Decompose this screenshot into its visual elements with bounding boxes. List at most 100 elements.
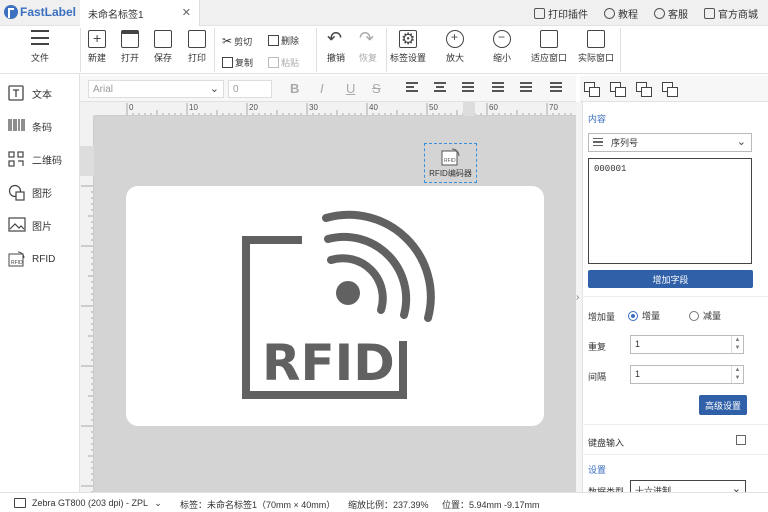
- printer-select[interactable]: Zebra GT800 (203 dpi) - ZPL ⌄: [32, 498, 162, 509]
- sidebar-item-rfid[interactable]: RFID RFID: [8, 248, 76, 270]
- zoom-level: 缩放比例：237.39%: [348, 500, 429, 510]
- delete-button[interactable]: 删除: [268, 34, 299, 47]
- sidebar-item-shape[interactable]: 图形: [8, 181, 76, 203]
- new-file-icon: [88, 30, 106, 48]
- interval-value: 1: [635, 369, 641, 379]
- menu-icon: [31, 30, 49, 48]
- store-link[interactable]: 官方商城: [704, 6, 758, 21]
- print-label: 打印: [187, 53, 206, 63]
- label-settings-button[interactable]: 标签设置: [390, 29, 427, 64]
- content-textarea[interactable]: 000001: [588, 158, 752, 264]
- repeat-input[interactable]: 1 ▲ ▼: [630, 335, 744, 354]
- top-links: 打印插件 教程 客服 官方商城: [534, 6, 758, 21]
- align-middle-button[interactable]: [520, 82, 532, 94]
- bring-front-icon[interactable]: [584, 82, 600, 97]
- ruler-highlight: [463, 102, 475, 116]
- paste-icon: [268, 57, 279, 68]
- trash-icon: [268, 35, 279, 46]
- stepper-icon[interactable]: ▲ ▼: [731, 366, 743, 383]
- fit-window-button[interactable]: 适应窗口: [531, 30, 567, 64]
- increment-radio[interactable]: 增量: [628, 309, 660, 322]
- sidebar-item-label: 二维码: [32, 155, 62, 167]
- undo-button[interactable]: 撤销: [321, 28, 351, 64]
- copy-button[interactable]: 复制: [222, 56, 253, 69]
- store-label: 官方商城: [718, 10, 758, 21]
- file-menu-button[interactable]: 文件: [25, 30, 55, 64]
- actual-window-label: 实际窗口: [578, 53, 615, 63]
- content-type-select[interactable]: 序列号 ⌄: [588, 133, 752, 152]
- copy-label: 复制: [235, 58, 254, 68]
- new-button[interactable]: 新建: [82, 30, 112, 64]
- undo-icon: [327, 28, 345, 49]
- bold-button[interactable]: B: [290, 81, 299, 96]
- italic-button[interactable]: I: [320, 81, 324, 96]
- print-plugin-link[interactable]: 打印插件: [534, 6, 588, 21]
- zoom-out-button[interactable]: 缩小: [487, 30, 517, 64]
- save-button[interactable]: 保存: [148, 30, 178, 64]
- font-size-input[interactable]: 0: [228, 80, 272, 98]
- copy-icon: [222, 57, 233, 68]
- redo-button[interactable]: 恢复: [353, 28, 383, 64]
- sidebar-item-image[interactable]: 图片: [8, 214, 76, 236]
- arrange-toolbar: [580, 76, 768, 102]
- content-type-value: 序列号: [611, 138, 639, 148]
- align-center-button[interactable]: [434, 82, 446, 94]
- align-right-button[interactable]: [550, 82, 562, 94]
- interval-input[interactable]: 1 ▲ ▼: [630, 365, 744, 384]
- ruler-label: 60: [489, 103, 498, 112]
- chevron-right-icon[interactable]: ›: [576, 292, 579, 303]
- font-family-select[interactable]: Arial ⌄: [88, 80, 224, 98]
- send-back-icon[interactable]: [610, 82, 626, 97]
- print-button[interactable]: 打印: [182, 30, 212, 64]
- panel-divider: [582, 296, 768, 297]
- underline-button[interactable]: U: [346, 81, 355, 96]
- chevron-down-icon: ⌄: [154, 498, 162, 508]
- advanced-settings-button[interactable]: 高级设置: [699, 395, 747, 415]
- add-field-button[interactable]: 增加字段: [588, 270, 753, 288]
- sidebar-item-text[interactable]: 文本: [8, 82, 76, 104]
- ungroup-icon[interactable]: [662, 82, 678, 97]
- paste-button[interactable]: 粘贴: [268, 56, 299, 69]
- rfid-graphic[interactable]: RFID: [236, 208, 436, 408]
- settings-section-title: 设置: [588, 465, 607, 475]
- close-tab-icon[interactable]: ✕: [182, 6, 191, 19]
- stepper-icon[interactable]: ▲ ▼: [731, 336, 743, 353]
- ruler-ticks: 0 10 20 30 40 50 60 70: [126, 103, 572, 115]
- decrement-radio[interactable]: 减量: [689, 309, 721, 322]
- document-tab[interactable]: 未命名标签1 ✕: [80, 0, 200, 26]
- align-bottom-button[interactable]: [492, 82, 504, 94]
- group-icon[interactable]: [636, 82, 652, 97]
- distribute-vertical-button[interactable]: [462, 82, 474, 94]
- horizontal-ruler: 0 10 20 30 40 50 60 70: [94, 102, 576, 116]
- format-toolbar: Arial ⌄ 0 B I U S: [80, 76, 576, 102]
- ruler-label: 70: [549, 103, 558, 112]
- zoom-out-label: 缩小: [492, 53, 511, 63]
- rfid-encoder-element[interactable]: RFID RFID编码器: [424, 143, 477, 183]
- label-settings-label: 标签设置: [390, 53, 427, 63]
- open-button[interactable]: 打开: [115, 30, 145, 64]
- printer-icon: [14, 498, 26, 508]
- list-icon: [593, 137, 603, 148]
- support-link[interactable]: 客服: [654, 6, 688, 21]
- tutorial-link[interactable]: 教程: [604, 6, 638, 21]
- element-sidebar: 文本 条码 二维码 图形 图片 RFID RFID: [0, 74, 80, 492]
- content-value: 000001: [594, 164, 627, 174]
- strikethrough-button[interactable]: S: [372, 81, 381, 96]
- font-size-value: 0: [233, 84, 239, 95]
- ruler-label: 0: [129, 103, 134, 112]
- app-name: FastLabel: [20, 5, 77, 19]
- settings-icon: [399, 29, 417, 49]
- sidebar-item-qrcode[interactable]: 二维码: [8, 148, 76, 170]
- keyboard-input-checkbox[interactable]: [736, 435, 746, 445]
- content-section-title: 内容: [588, 114, 607, 124]
- sidebar-item-label: 图形: [32, 188, 52, 200]
- sidebar-item-barcode[interactable]: 条码: [8, 115, 76, 137]
- zoom-in-button[interactable]: 放大: [440, 30, 470, 64]
- actual-size-icon: [587, 30, 605, 48]
- align-left-button[interactable]: [406, 82, 418, 94]
- cut-button[interactable]: ✂ 剪切: [222, 34, 252, 48]
- interval-label: 间隔: [588, 372, 607, 382]
- actual-window-button[interactable]: 实际窗口: [578, 30, 615, 64]
- decrement-option-label: 减量: [703, 311, 722, 321]
- save-icon: [154, 30, 172, 48]
